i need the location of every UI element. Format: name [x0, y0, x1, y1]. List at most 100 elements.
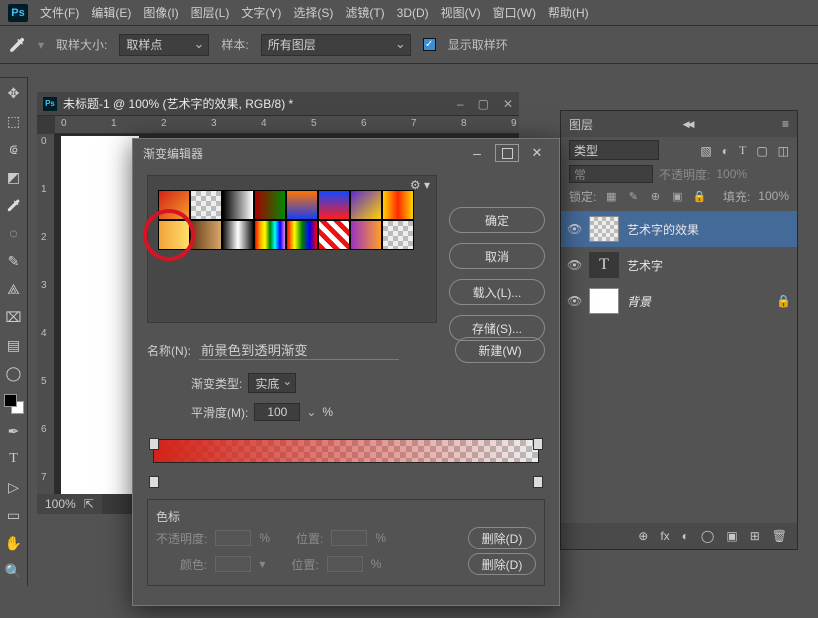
- delete-color-button[interactable]: 删除(D): [468, 553, 536, 575]
- preset-swatch[interactable]: [158, 220, 190, 250]
- zoom-level[interactable]: 100%: [45, 497, 76, 511]
- show-ring-checkbox[interactable]: ✓: [423, 38, 436, 51]
- layer-thumbnail[interactable]: T: [589, 252, 619, 278]
- preset-swatch[interactable]: [190, 220, 222, 250]
- opacity-stop-right[interactable]: [533, 438, 543, 450]
- preset-swatch[interactable]: [318, 190, 350, 220]
- visibility-toggle-icon[interactable]: 👁: [567, 258, 581, 272]
- preset-swatch[interactable]: [286, 220, 318, 250]
- delete-layer-icon[interactable]: 🗑: [772, 529, 787, 543]
- gradient-type-select[interactable]: 实底: [248, 373, 296, 393]
- panel-menu-icon[interactable]: ≡: [782, 117, 789, 131]
- lock-all-icon[interactable]: 🔒: [692, 189, 706, 203]
- fill-value[interactable]: 100%: [758, 189, 789, 203]
- menu-edit[interactable]: 编辑(E): [91, 4, 131, 21]
- filter-image-icon[interactable]: ▧: [700, 144, 711, 158]
- lock-art-icon[interactable]: ▣: [670, 189, 684, 203]
- preset-swatch[interactable]: [254, 190, 286, 220]
- shape-tool-icon[interactable]: ▭: [3, 504, 25, 526]
- minimize-icon[interactable]: –: [457, 97, 464, 111]
- gradient-bar[interactable]: [153, 439, 539, 463]
- eraser-tool-icon[interactable]: ⌧: [3, 306, 25, 328]
- preset-swatch[interactable]: [222, 190, 254, 220]
- new-layer-icon[interactable]: ⊞: [750, 529, 760, 543]
- document-titlebar[interactable]: Ps 未标题-1 @ 100% (艺术字的效果, RGB/8) * – ▢ ✕: [37, 92, 519, 116]
- gradient-preview[interactable]: [147, 439, 545, 487]
- lock-brush-icon[interactable]: ✎: [626, 189, 640, 203]
- menu-select[interactable]: 选择(S): [293, 4, 333, 21]
- ok-button[interactable]: 确定: [449, 207, 545, 233]
- layer-item[interactable]: 👁 背景 🔒: [561, 283, 797, 319]
- position-field[interactable]: [331, 530, 367, 546]
- stamp-tool-icon[interactable]: ⟁: [3, 278, 25, 300]
- preset-swatch[interactable]: [382, 190, 414, 220]
- dialog-minimize-icon[interactable]: [465, 144, 489, 162]
- visibility-toggle-icon[interactable]: 👁: [567, 222, 581, 236]
- smoothness-input[interactable]: 100: [254, 403, 300, 421]
- gradient-name-input[interactable]: [199, 340, 399, 360]
- preset-swatch[interactable]: [222, 220, 254, 250]
- layer-fx-icon[interactable]: fx: [660, 529, 669, 543]
- presets-settings-icon[interactable]: ⚙ ▾: [410, 178, 430, 192]
- dialog-titlebar[interactable]: 渐变编辑器: [133, 139, 559, 167]
- menu-window[interactable]: 窗口(W): [493, 4, 536, 21]
- preset-swatch[interactable]: [254, 220, 286, 250]
- filter-shape-icon[interactable]: ▢: [756, 144, 767, 158]
- filter-smart-icon[interactable]: ◫: [778, 144, 789, 158]
- collapse-icon[interactable]: ◀◀: [683, 119, 693, 130]
- foreground-color-swatch[interactable]: [4, 394, 17, 407]
- filter-text-icon[interactable]: T: [739, 143, 746, 158]
- save-button[interactable]: 存储(S)...: [449, 315, 545, 341]
- menu-3d[interactable]: 3D(D): [397, 6, 429, 20]
- layer-mask-icon[interactable]: ◐: [682, 529, 689, 543]
- brush-tool-icon[interactable]: ✎: [3, 250, 25, 272]
- maximize-icon[interactable]: ▢: [478, 97, 489, 111]
- layer-item[interactable]: 👁 艺术字的效果: [561, 211, 797, 247]
- marquee-tool-icon[interactable]: ⬚: [3, 110, 25, 132]
- layer-filter-select[interactable]: 类型: [569, 140, 659, 160]
- layer-name[interactable]: 艺术字的效果: [627, 221, 699, 238]
- menu-file[interactable]: 文件(F): [40, 4, 79, 21]
- position-field[interactable]: [327, 556, 363, 572]
- sample-size-select[interactable]: 取样点: [119, 34, 209, 56]
- color-field[interactable]: [215, 556, 251, 572]
- opacity-stop-left[interactable]: [149, 438, 159, 450]
- menu-filter[interactable]: 滤镜(T): [345, 4, 384, 21]
- layer-thumbnail[interactable]: [589, 216, 619, 242]
- crop-tool-icon[interactable]: ◩: [3, 166, 25, 188]
- preset-swatch[interactable]: [286, 190, 318, 220]
- opacity-value[interactable]: 100%: [716, 167, 747, 181]
- adjustment-layer-icon[interactable]: ◯: [701, 529, 714, 543]
- menu-layer[interactable]: 图层(L): [191, 4, 230, 21]
- eyedropper-tool-icon[interactable]: [3, 194, 25, 216]
- layer-name[interactable]: 艺术字: [627, 257, 663, 274]
- cancel-button[interactable]: 取消: [449, 243, 545, 269]
- hand-tool-icon[interactable]: ✋: [3, 532, 25, 554]
- zoom-tool-icon[interactable]: 🔍: [3, 560, 25, 582]
- preset-swatch[interactable]: [158, 190, 190, 220]
- layer-item[interactable]: 👁 T 艺术字: [561, 247, 797, 283]
- group-layers-icon[interactable]: ▣: [726, 529, 737, 543]
- menu-image[interactable]: 图像(I): [143, 4, 178, 21]
- ellipse-tool-icon[interactable]: ◯: [3, 362, 25, 384]
- color-stop-right[interactable]: [533, 476, 543, 488]
- menu-view[interactable]: 视图(V): [441, 4, 481, 21]
- move-tool-icon[interactable]: ✥: [3, 82, 25, 104]
- preset-swatch[interactable]: [382, 220, 414, 250]
- dialog-close-icon[interactable]: [525, 144, 549, 162]
- eyedropper-icon[interactable]: [8, 36, 26, 54]
- link-layers-icon[interactable]: ⊕: [638, 529, 648, 543]
- spot-heal-tool-icon[interactable]: ◌: [3, 222, 25, 244]
- menu-help[interactable]: 帮助(H): [548, 4, 589, 21]
- menu-type[interactable]: 文字(Y): [241, 4, 281, 21]
- pen-tool-icon[interactable]: ✒: [3, 420, 25, 442]
- close-icon[interactable]: ✕: [503, 97, 513, 111]
- delete-opacity-button[interactable]: 删除(D): [468, 527, 536, 549]
- lock-move-icon[interactable]: ⊕: [648, 189, 662, 203]
- preset-swatch[interactable]: [350, 220, 382, 250]
- preset-swatch[interactable]: [350, 190, 382, 220]
- visibility-toggle-icon[interactable]: 👁: [567, 294, 581, 308]
- gradient-tool-icon[interactable]: ▤: [3, 334, 25, 356]
- preset-swatch[interactable]: [190, 190, 222, 220]
- layers-panel-header[interactable]: 图层 ◀◀ ≡: [561, 111, 797, 137]
